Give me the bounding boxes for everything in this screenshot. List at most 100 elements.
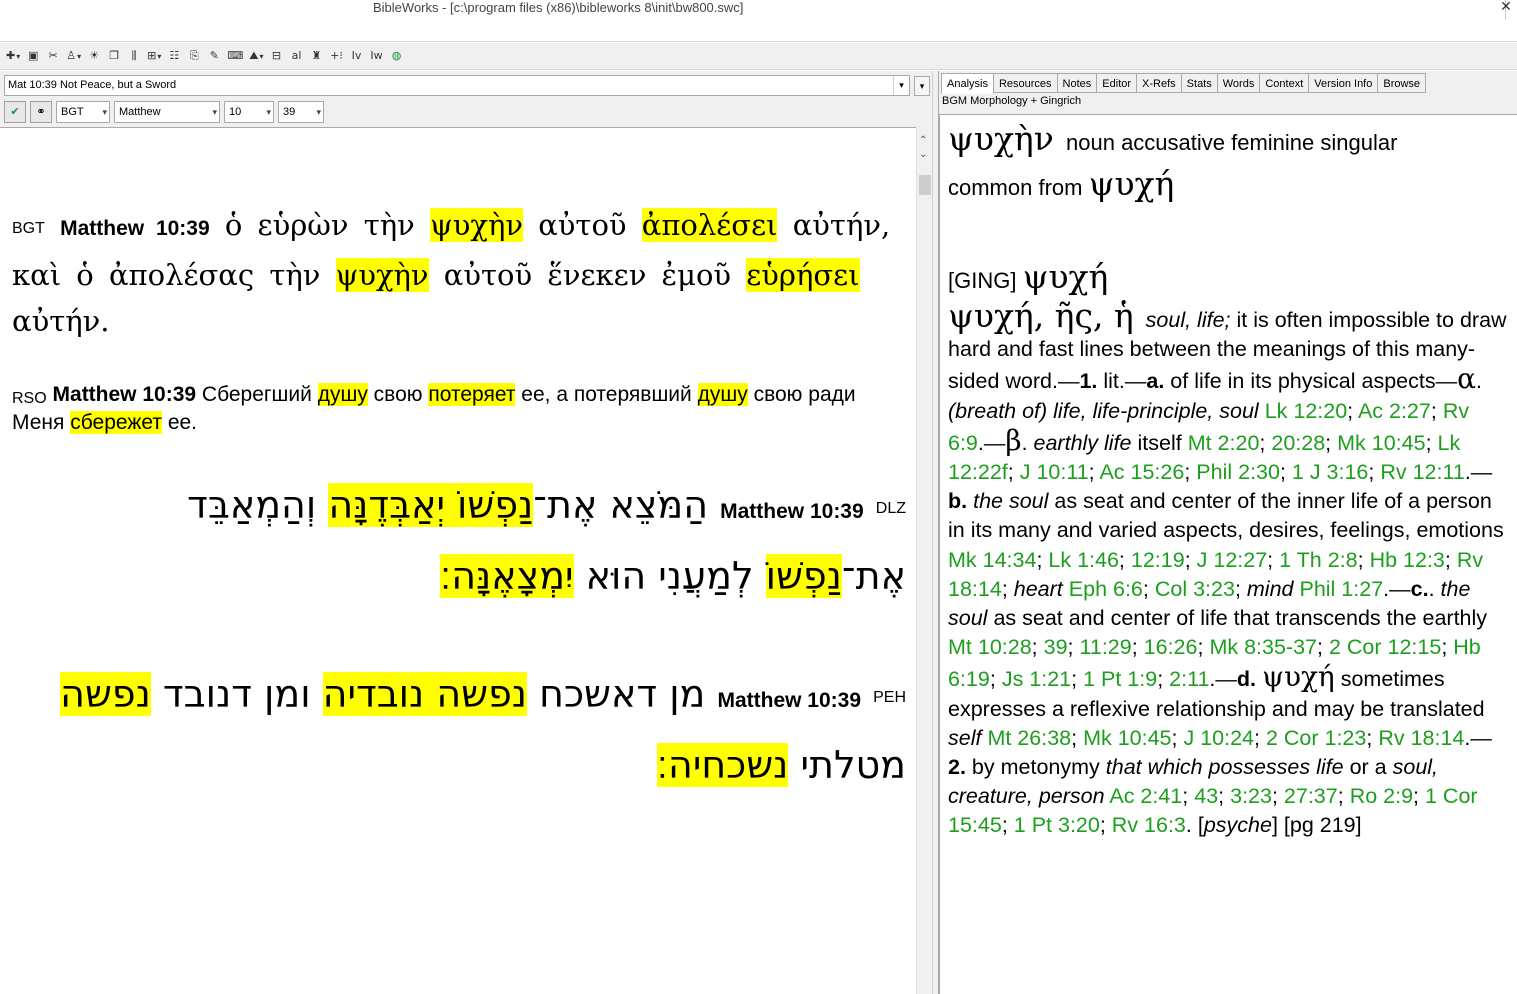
toolbar-19-icon[interactable]: Iw bbox=[368, 46, 386, 66]
toolbar-5-icon[interactable]: ☀ bbox=[85, 46, 103, 66]
scripture-link[interactable]: Ro 2:9 bbox=[1350, 784, 1413, 808]
toolbar-8-icon[interactable]: ⊞ bbox=[145, 46, 163, 66]
pane-splitter[interactable] bbox=[932, 71, 939, 994]
scripture-link[interactable]: Phil 2:30 bbox=[1196, 460, 1280, 484]
toolbar-14-icon[interactable]: ⊟ bbox=[268, 46, 286, 66]
verse-ref[interactable]: Matthew 10:39 bbox=[60, 217, 210, 240]
scroll-down-icon[interactable]: ⌄ bbox=[919, 149, 927, 160]
tab-x-refs[interactable]: X-Refs bbox=[1137, 73, 1182, 93]
scripture-link[interactable]: 12:19 bbox=[1131, 548, 1185, 572]
scripture-link[interactable]: Mk 10:45 bbox=[1083, 726, 1171, 750]
scroll-up-icon[interactable]: ⌃ bbox=[919, 135, 927, 146]
scripture-link[interactable]: Ac 15:26 bbox=[1099, 460, 1184, 484]
scripture-link[interactable]: Mt 26:38 bbox=[987, 726, 1071, 750]
toolbar-1-icon[interactable]: ✚ bbox=[4, 46, 22, 66]
book-select[interactable]: Matthew ▾ bbox=[114, 101, 220, 123]
scripture-link[interactable]: 20:28 bbox=[1271, 431, 1325, 455]
tab-analysis[interactable]: Analysis bbox=[941, 73, 994, 94]
highlighted-word[interactable]: ψυχὴν bbox=[430, 208, 523, 242]
toolbar-16-icon[interactable]: ♜ bbox=[308, 46, 326, 66]
toolbar-11-icon[interactable]: ✎ bbox=[205, 46, 223, 66]
analysis-window[interactable]: ψυχὴν noun accusative feminine singular … bbox=[939, 114, 1517, 994]
toolbar-17-icon[interactable]: +⁝ bbox=[328, 46, 346, 66]
link-icon[interactable]: ⚭ bbox=[30, 101, 52, 123]
lemma[interactable]: ψυχή bbox=[1089, 164, 1175, 203]
scripture-link[interactable]: 1 Pt 3:20 bbox=[1014, 813, 1100, 837]
toolbar-4-icon[interactable]: ♙ bbox=[64, 46, 83, 66]
chevron-down-icon[interactable]: ▾ bbox=[893, 76, 909, 95]
scripture-link[interactable]: Mk 14:34 bbox=[948, 548, 1036, 572]
highlighted-word[interactable]: душу bbox=[697, 383, 748, 406]
toolbar-3-icon[interactable]: ✂ bbox=[44, 46, 62, 66]
scripture-link[interactable]: Rv 12:11 bbox=[1380, 460, 1464, 484]
version-select[interactable]: BGT ▾ bbox=[56, 101, 110, 123]
scripture-link[interactable]: 2:11 bbox=[1169, 667, 1209, 691]
scripture-link[interactable]: Mk 10:45 bbox=[1337, 431, 1425, 455]
highlighted-word[interactable]: потеряет bbox=[428, 383, 516, 406]
scripture-link[interactable]: 3:23 bbox=[1230, 784, 1272, 808]
browse-window[interactable]: BGT Matthew 10:39 ὁ εὑρὼν τὴν ψυχὴν αὐτο… bbox=[0, 127, 916, 994]
scripture-link[interactable]: J 12:27 bbox=[1197, 548, 1268, 572]
reference-input[interactable]: Mat 10:39 Not Peace, but a Sword ▾ bbox=[4, 75, 910, 96]
tab-version-info[interactable]: Version Info bbox=[1309, 73, 1379, 93]
scroll-thumb[interactable] bbox=[919, 175, 931, 195]
verse-ref[interactable]: Matthew 10:39 bbox=[717, 689, 861, 712]
scripture-link[interactable]: Ac 2:41 bbox=[1109, 784, 1182, 808]
highlighted-word[interactable]: сбережет bbox=[70, 411, 162, 434]
highlighted-word[interactable]: יִמְצָאֶנָּה׃ bbox=[440, 554, 574, 598]
highlighted-word[interactable]: נַפְשׁוֹ יְאַבְּדֶנָּה bbox=[328, 483, 534, 527]
verse-ref[interactable]: Matthew 10:39 bbox=[53, 383, 197, 406]
toolbar-13-icon[interactable]: ⛰ bbox=[247, 46, 265, 66]
scripture-link[interactable]: 16:26 bbox=[1144, 635, 1198, 659]
scripture-link[interactable]: 27:37 bbox=[1284, 784, 1338, 808]
scripture-link[interactable]: 39 bbox=[1044, 635, 1068, 659]
scripture-link[interactable]: Rv 18:14 bbox=[1378, 726, 1464, 750]
highlighted-word[interactable]: ἀπολέσει bbox=[641, 208, 778, 242]
scripture-link[interactable]: 1 Th 2:8 bbox=[1279, 548, 1358, 572]
toolbar-10-icon[interactable]: ⎘ bbox=[185, 46, 203, 66]
toolbar-6-icon[interactable]: ❐ bbox=[105, 46, 123, 66]
scripture-link[interactable]: Rv 16:3 bbox=[1112, 813, 1186, 837]
toolbar-7-icon[interactable]: ⫼ bbox=[125, 46, 143, 66]
scripture-link[interactable]: Mt 2:20 bbox=[1188, 431, 1260, 455]
close-icon[interactable]: ✕ bbox=[1495, 0, 1517, 14]
toolbar-18-icon[interactable]: Iv bbox=[348, 46, 366, 66]
highlighted-word[interactable]: ψυχὴν bbox=[335, 258, 429, 292]
scripture-link[interactable]: Js 1:21 bbox=[1002, 667, 1071, 691]
highlighted-word[interactable]: נפשה bbox=[60, 672, 151, 716]
scripture-link[interactable]: Mk 8:35-37 bbox=[1209, 635, 1317, 659]
scripture-link[interactable]: 11:29 bbox=[1080, 635, 1132, 659]
verse-select[interactable]: 39 ▾ bbox=[278, 101, 324, 123]
highlighted-word[interactable]: נשכחיה׃ bbox=[656, 743, 789, 787]
highlighted-word[interactable]: εὑρήσει bbox=[746, 258, 860, 292]
scripture-link[interactable]: Eph 6:6 bbox=[1069, 577, 1143, 601]
toolbar-15-icon[interactable]: al bbox=[288, 46, 306, 66]
tab-notes[interactable]: Notes bbox=[1057, 73, 1098, 93]
globe-icon[interactable]: ◍ bbox=[388, 46, 406, 66]
toolbar-2-icon[interactable]: ▣ bbox=[24, 46, 42, 66]
tab-browse[interactable]: Browse bbox=[1378, 73, 1427, 93]
scripture-link[interactable]: Mt 10:28 bbox=[948, 635, 1032, 659]
tab-stats[interactable]: Stats bbox=[1181, 73, 1218, 93]
scripture-link[interactable]: Lk 12:20 bbox=[1265, 399, 1347, 423]
highlighted-word[interactable]: душу bbox=[317, 383, 368, 406]
history-dropdown-icon[interactable]: ▾ bbox=[914, 76, 930, 96]
chapter-select[interactable]: 10 ▾ bbox=[224, 101, 274, 123]
scripture-link[interactable]: 2 Cor 12:15 bbox=[1329, 635, 1441, 659]
scripture-link[interactable]: J 10:24 bbox=[1183, 726, 1254, 750]
toolbar-9-icon[interactable]: ☷ bbox=[165, 46, 183, 66]
highlighted-word[interactable]: נפשה נובדיה bbox=[322, 672, 528, 716]
scripture-link[interactable]: Col 3:23 bbox=[1155, 577, 1235, 601]
verse-ref[interactable]: Matthew 10:39 bbox=[720, 500, 864, 523]
tab-editor[interactable]: Editor bbox=[1097, 73, 1138, 93]
scripture-link[interactable]: Hb 12:3 bbox=[1370, 548, 1445, 572]
scripture-link[interactable]: J 10:11 bbox=[1020, 460, 1089, 484]
scripture-link[interactable]: 1 Pt 1:9 bbox=[1083, 667, 1157, 691]
scripture-link[interactable]: Ac 2:27 bbox=[1358, 399, 1431, 423]
toolbar-12-icon[interactable]: ⌨ bbox=[225, 46, 245, 66]
highlighted-word[interactable]: נַפְשׁוֹ bbox=[765, 554, 842, 598]
tab-words[interactable]: Words bbox=[1217, 73, 1261, 93]
scripture-link[interactable]: 1 J 3:16 bbox=[1292, 460, 1369, 484]
scripture-link[interactable]: Phil 1:27 bbox=[1299, 577, 1383, 601]
scripture-link[interactable]: 43 bbox=[1194, 784, 1218, 808]
